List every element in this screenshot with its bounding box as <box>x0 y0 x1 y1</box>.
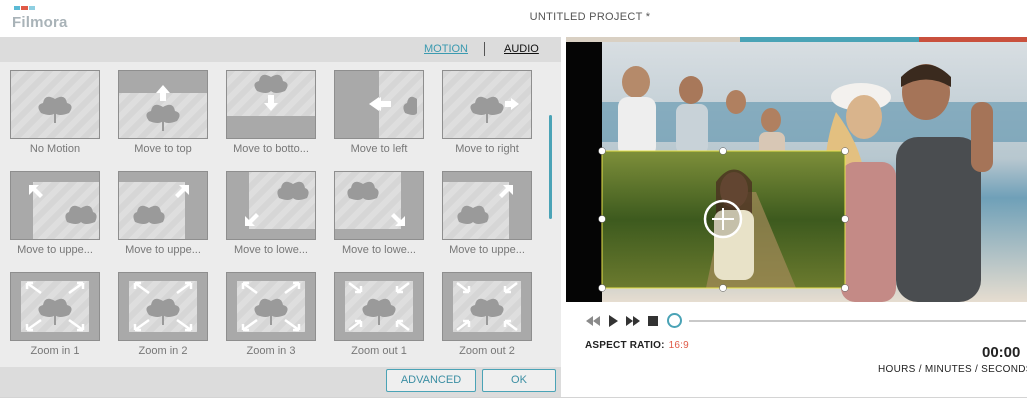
status-footer <box>0 397 1027 410</box>
motion-thumbnail[interactable] <box>10 171 100 240</box>
project-title: UNTITLED PROJECT * <box>529 11 651 23</box>
fast-forward-icon[interactable] <box>625 313 641 329</box>
motion-thumbnail[interactable] <box>10 70 100 139</box>
title-bar: Filmora UNTITLED PROJECT * <box>0 0 1027 37</box>
preview-panel: ASPECT RATIO: 16:9 00:00 HOURS / MINUTES … <box>561 37 1027 397</box>
aspect-ratio: ASPECT RATIO: 16:9 <box>585 340 689 351</box>
motion-preset[interactable]: No Motion <box>0 62 108 162</box>
motion-preset[interactable]: Zoom in 2 <box>108 264 216 364</box>
motion-label: Zoom in 1 <box>30 345 80 357</box>
stop-icon[interactable] <box>645 313 661 329</box>
motion-preset[interactable]: Zoom in 3 <box>216 264 324 364</box>
arrow-down-icon <box>227 74 315 138</box>
motion-thumbnail[interactable] <box>118 272 208 341</box>
arrow-up-left-icon <box>11 172 99 239</box>
motion-thumbnail[interactable] <box>226 272 316 341</box>
motion-preset[interactable]: Zoom out 2 <box>432 264 540 364</box>
motion-thumbnail[interactable] <box>118 171 208 240</box>
zoom-in-icon <box>227 273 315 340</box>
arrow-right-icon <box>470 96 519 123</box>
motion-label: Move to botto... <box>233 143 309 155</box>
motion-label: Move to uppe... <box>125 244 201 256</box>
motion-label: Zoom out 1 <box>351 345 407 357</box>
arrow-left-icon <box>335 71 417 138</box>
motion-preset[interactable]: Move to uppe... <box>108 163 216 263</box>
arrow-down-right-icon <box>335 172 423 239</box>
motion-thumbnail[interactable] <box>442 272 532 341</box>
preview-image <box>566 42 1027 302</box>
motion-preset[interactable]: Move to botto... <box>216 62 324 162</box>
aspect-ratio-value[interactable]: 16:9 <box>669 340 689 351</box>
zoom-in-icon <box>119 273 207 340</box>
motion-preset[interactable]: Move to left <box>324 62 432 162</box>
motion-label: Move to top <box>134 143 192 155</box>
motion-label: Zoom in 3 <box>246 345 296 357</box>
motion-label: Zoom out 2 <box>459 345 515 357</box>
motion-label: Zoom in 2 <box>138 345 188 357</box>
motion-label: Move to uppe... <box>17 244 93 256</box>
motion-label: Move to lowe... <box>342 244 416 256</box>
motion-label: No Motion <box>29 143 81 155</box>
tab-divider <box>484 42 485 56</box>
play-icon[interactable] <box>605 313 621 329</box>
button-bar: ADVANCED OK <box>0 367 561 397</box>
seek-handle[interactable] <box>667 313 682 328</box>
zoom-out-icon <box>335 273 423 340</box>
motion-preset[interactable]: Zoom in 1 <box>0 264 108 364</box>
motion-label: Move to left <box>350 143 408 155</box>
motion-preset[interactable]: Move to top <box>108 62 216 162</box>
tabs-bar: MOTION AUDIO <box>0 37 561 62</box>
arrow-up-icon <box>119 71 207 131</box>
ok-button[interactable]: OK <box>482 369 556 392</box>
video-preview[interactable] <box>566 42 1027 302</box>
tab-motion[interactable]: MOTION <box>424 43 468 55</box>
advanced-button[interactable]: ADVANCED <box>386 369 476 392</box>
leaf-icon <box>38 96 72 123</box>
motion-thumbnail[interactable] <box>442 171 532 240</box>
motion-thumbnail[interactable] <box>334 272 424 341</box>
motion-preset[interactable]: Move to uppe... <box>432 163 540 263</box>
move-crosshair-icon[interactable] <box>703 199 743 239</box>
motion-thumbnail[interactable] <box>226 70 316 139</box>
motion-grid: No Motion Move to top Move to botto... Move… <box>0 62 545 367</box>
arrow-down-left-icon <box>227 172 315 239</box>
motion-thumbnail[interactable] <box>442 70 532 139</box>
arrow-up-right-icon <box>119 172 207 239</box>
motion-label: Move to right <box>455 143 519 155</box>
motion-preset[interactable]: Zoom out 1 <box>324 264 432 364</box>
tab-audio[interactable]: AUDIO <box>504 43 539 55</box>
seek-bar[interactable] <box>689 320 1026 322</box>
motion-thumbnail[interactable] <box>334 171 424 240</box>
scrollbar[interactable] <box>549 115 552 219</box>
motion-label: Move to lowe... <box>234 244 308 256</box>
motion-thumbnail[interactable] <box>10 272 100 341</box>
motion-preset[interactable]: Move to uppe... <box>0 163 108 263</box>
playback-controls <box>585 313 1027 329</box>
motion-thumbnail[interactable] <box>334 70 424 139</box>
motion-thumbnail[interactable] <box>226 171 316 240</box>
motion-label: Move to uppe... <box>449 244 525 256</box>
motion-preset[interactable]: Move to right <box>432 62 540 162</box>
motion-preset[interactable]: Move to lowe... <box>216 163 324 263</box>
motion-preset[interactable]: Move to lowe... <box>324 163 432 263</box>
arrow-up-right-icon <box>443 172 531 239</box>
rewind-icon[interactable] <box>585 313 601 329</box>
motion-panel: MOTION AUDIO No Motion Move to top Move to… <box>0 37 561 397</box>
aspect-ratio-label: ASPECT RATIO: <box>585 340 665 351</box>
zoom-in-icon <box>11 273 99 340</box>
motion-thumbnail[interactable] <box>118 70 208 139</box>
timecode: 00:00 <box>982 344 1021 361</box>
time-units: HOURS / MINUTES / SECONDS <box>878 364 1027 375</box>
zoom-out-icon <box>443 273 531 340</box>
